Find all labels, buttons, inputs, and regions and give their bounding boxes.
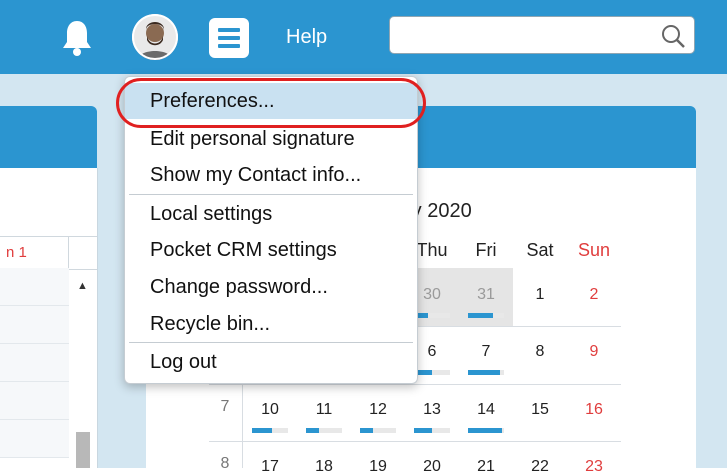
bell-icon[interactable]: [60, 18, 94, 58]
calendar-day[interactable]: 19: [358, 458, 398, 476]
week-number: 8: [220, 455, 230, 472]
left-panel-rows: [0, 268, 69, 468]
left-panel-header: [0, 106, 97, 168]
menu-item-log-out[interactable]: Log out: [125, 344, 417, 380]
day-activity-bar: [414, 428, 450, 433]
scrollbar-thumb[interactable]: [76, 432, 90, 468]
weekday-label: Sun: [577, 240, 611, 260]
calendar-day[interactable]: 10: [250, 401, 290, 419]
day-activity-bar: [306, 428, 342, 433]
calendar-day[interactable]: 30: [412, 286, 452, 304]
search-box[interactable]: [389, 16, 695, 54]
day-activity-bar: [414, 370, 450, 375]
calendar-day[interactable]: 31: [466, 286, 506, 304]
calendar-day[interactable]: 23: [574, 458, 614, 476]
day-activity-bar: [468, 428, 504, 433]
menu-item-change-password[interactable]: Change password...: [125, 269, 417, 305]
menu-separator: [129, 194, 413, 195]
day-activity-fill: [468, 370, 501, 375]
table-row[interactable]: [0, 382, 69, 420]
calendar-day[interactable]: 17: [250, 458, 290, 476]
column-divider: [68, 237, 69, 269]
calendar-row-divider: [209, 441, 621, 442]
table-row[interactable]: [0, 306, 69, 344]
day-activity-bar: [360, 428, 396, 433]
menu-item-recycle-bin[interactable]: Recycle bin...: [125, 306, 417, 342]
day-activity-fill: [414, 428, 432, 433]
avatar[interactable]: [132, 14, 178, 60]
day-activity-bar: [468, 370, 504, 375]
search-input[interactable]: [396, 21, 660, 51]
table-row[interactable]: [0, 268, 69, 306]
calendar-day[interactable]: 14: [466, 401, 506, 419]
week-number: 7: [220, 398, 230, 415]
top-bar: Help: [0, 0, 727, 74]
calendar-day[interactable]: 20: [412, 458, 452, 476]
day-activity-fill: [468, 428, 503, 433]
calendar-day[interactable]: 13: [412, 401, 452, 419]
calendar-day[interactable]: 6: [412, 343, 452, 361]
calendar-day[interactable]: 15: [520, 401, 560, 419]
calendar-day[interactable]: 8: [520, 343, 560, 361]
weekday-label: Sat: [526, 240, 554, 260]
day-activity-fill: [360, 428, 373, 433]
table-row[interactable]: [0, 420, 69, 458]
highlight-annotation: [116, 78, 426, 128]
calendar-day[interactable]: 9: [574, 343, 614, 361]
calendar-day[interactable]: 21: [466, 458, 506, 476]
search-icon[interactable]: [660, 23, 686, 49]
menu-item-local-settings[interactable]: Local settings: [125, 196, 417, 232]
menu-separator: [129, 342, 413, 343]
day-activity-bar: [252, 428, 288, 433]
day-activity-fill: [252, 428, 272, 433]
calendar-day[interactable]: 18: [304, 458, 344, 476]
calendar-day[interactable]: 16: [574, 401, 614, 419]
calendar-day[interactable]: 2: [574, 286, 614, 304]
calendar-day[interactable]: 1: [520, 286, 560, 304]
help-link[interactable]: Help: [286, 26, 327, 49]
day-activity-bar: [414, 313, 450, 318]
day-activity-fill: [306, 428, 319, 433]
weekday-label: Fri: [475, 240, 497, 260]
left-panel-column-header: n 1: [0, 236, 97, 270]
calendar-row-divider: [209, 384, 621, 385]
menu-item-contact-info[interactable]: Show my Contact info...: [125, 157, 417, 193]
scroll-up-arrow-icon[interactable]: ▲: [77, 280, 88, 292]
calendar-day[interactable]: 12: [358, 401, 398, 419]
day-activity-fill: [468, 313, 494, 318]
calendar-day[interactable]: 22: [520, 458, 560, 476]
day-activity-bar: [468, 313, 504, 318]
table-row[interactable]: [0, 344, 69, 382]
menu-icon[interactable]: [209, 18, 249, 58]
column-header-label[interactable]: n 1: [6, 244, 27, 261]
calendar-day[interactable]: 11: [304, 401, 344, 419]
menu-item-crm-settings[interactable]: Pocket CRM settings: [125, 232, 417, 268]
calendar-day[interactable]: 7: [466, 343, 506, 361]
